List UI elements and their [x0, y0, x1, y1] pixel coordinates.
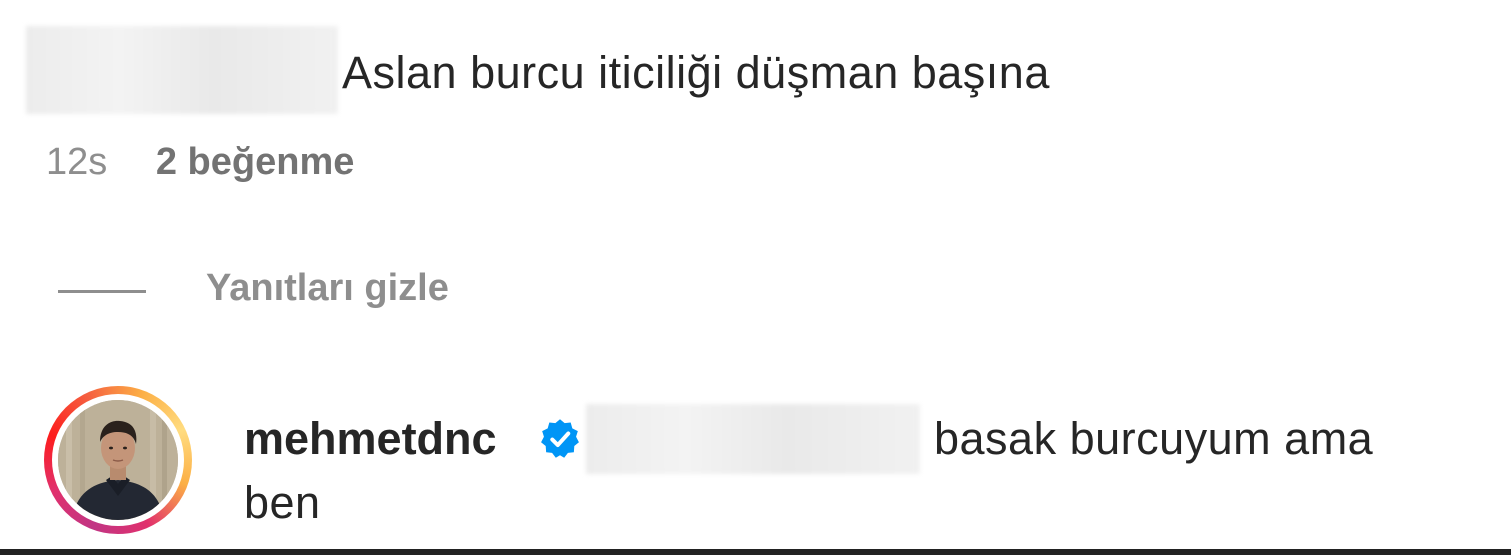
- reply-text-line-1: basak burcuyum ama: [934, 413, 1374, 464]
- verified-badge-icon: [541, 419, 579, 458]
- reply-username[interactable]: mehmetdnc: [244, 410, 497, 468]
- hide-replies-button[interactable]: Yanıtları gizle: [206, 264, 449, 312]
- avatar-ring-gap: [52, 394, 184, 526]
- replies-divider-line: [58, 290, 146, 293]
- bottom-border: [0, 549, 1511, 555]
- blurred-username: [26, 26, 338, 114]
- reply-text-line-2: ben: [244, 477, 321, 528]
- comment-time[interactable]: 12s: [46, 141, 107, 183]
- avatar-story-ring[interactable]: [44, 386, 192, 534]
- comment-text: Aslan burcu iticiliği düşman başına: [342, 47, 1050, 98]
- blurred-mention: [586, 404, 920, 474]
- avatar[interactable]: [58, 400, 178, 520]
- comment-meta: 12s 2 beğenme: [46, 138, 354, 186]
- comment-likes-count[interactable]: 2 beğenme: [156, 141, 355, 183]
- avatar-portrait-image: [58, 400, 178, 520]
